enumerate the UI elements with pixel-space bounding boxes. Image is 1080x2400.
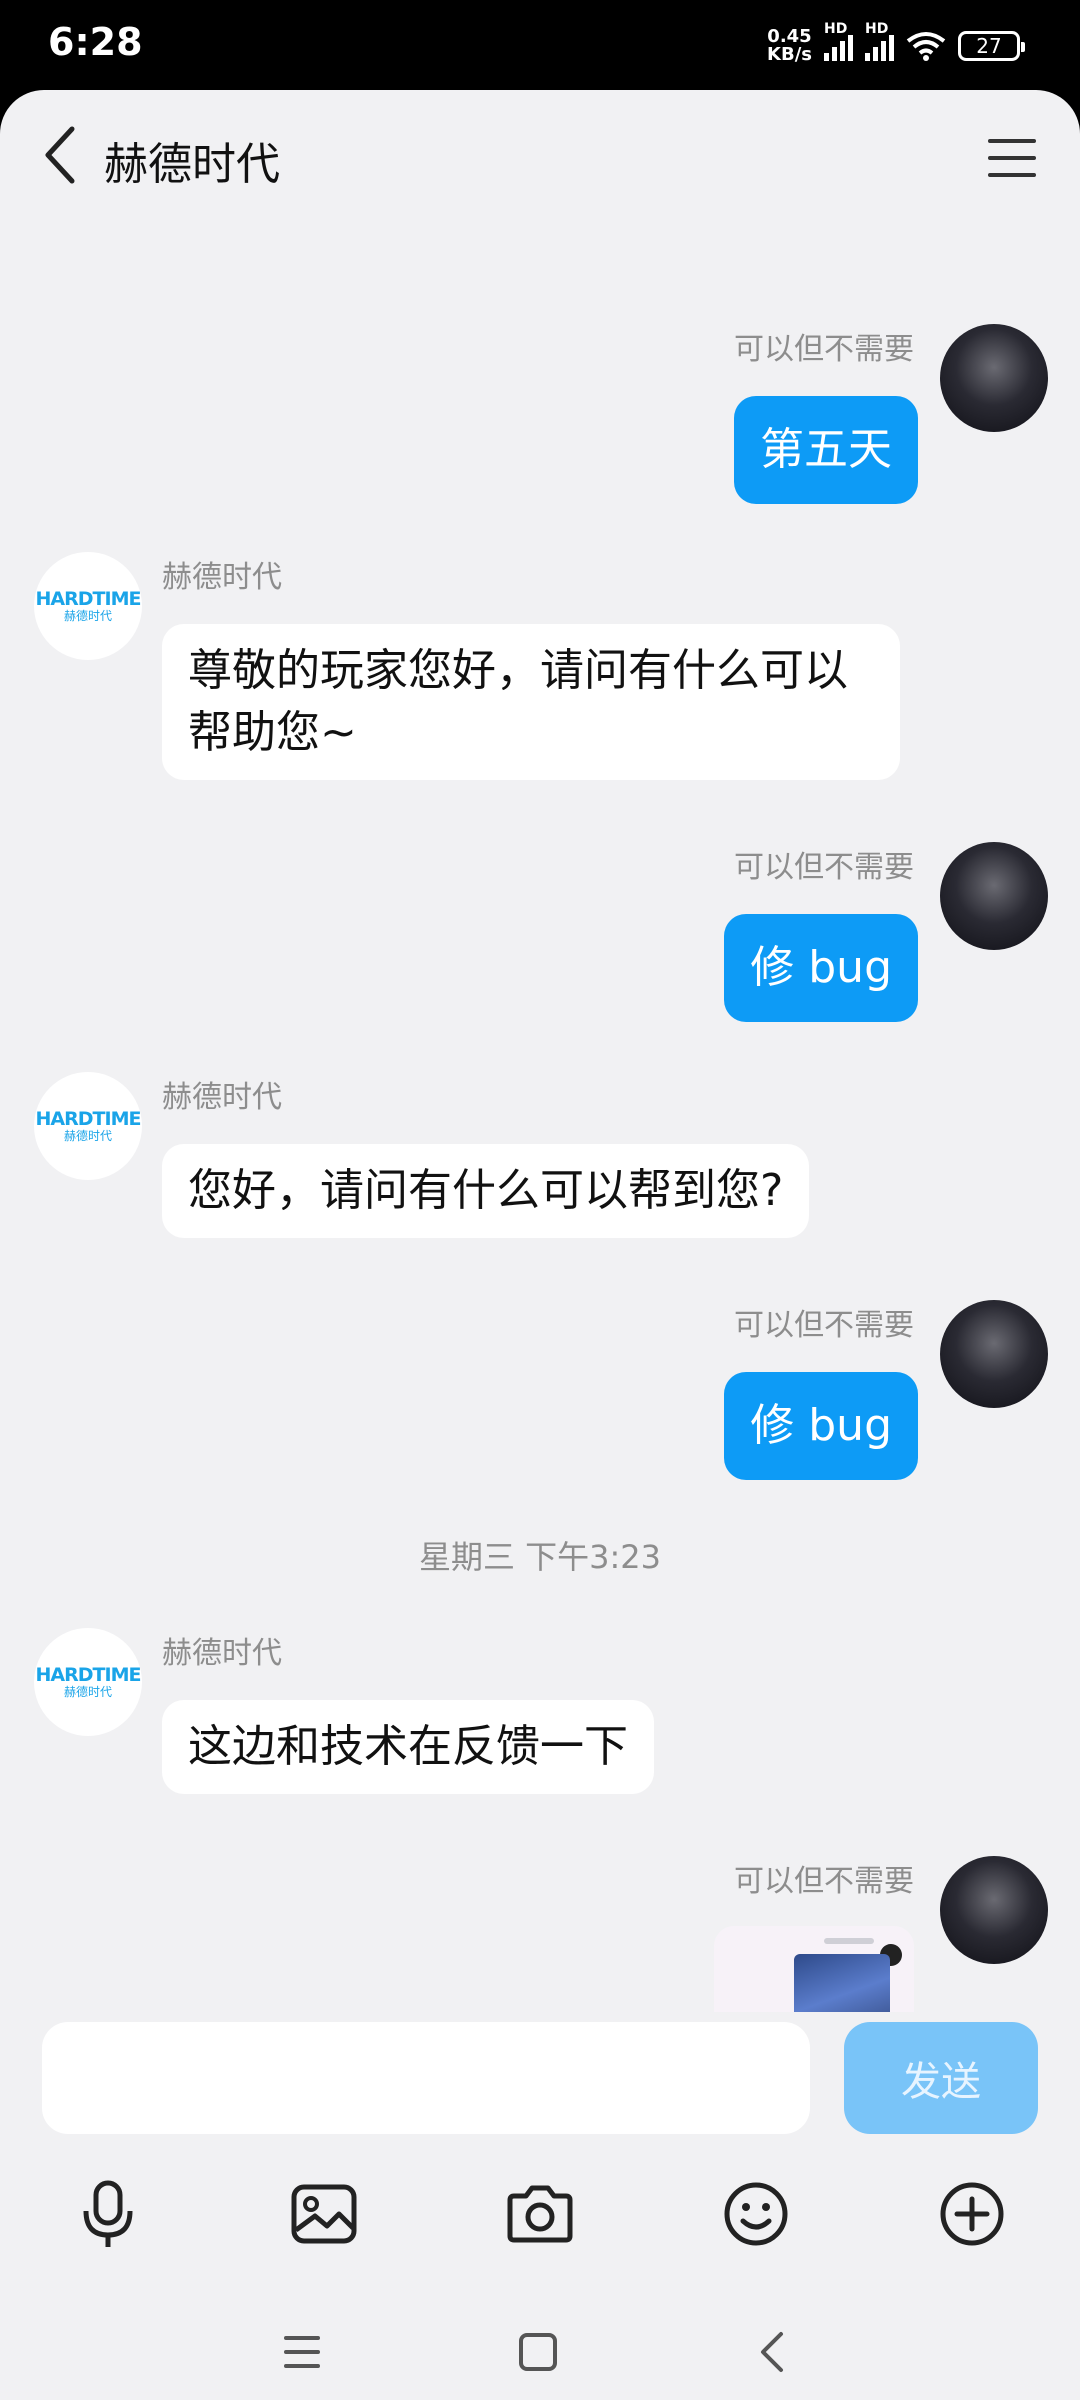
status-time: 6:28 <box>48 20 143 64</box>
user-avatar[interactable] <box>940 324 1048 432</box>
system-nav-bar <box>0 2262 1080 2400</box>
chat-title: 赫德时代 <box>104 139 280 190</box>
message-bubble-sent[interactable]: 修 bug <box>724 1372 918 1480</box>
time-separator: 星期三 下午3:23 <box>418 1538 662 1576</box>
signal-1-icon: HD <box>824 21 853 61</box>
status-bar: 6:28 0.45 KB/s HD HD 27 <box>0 0 1080 90</box>
send-button[interactable]: 发送 <box>844 2022 1038 2134</box>
image-icon <box>291 2184 357 2244</box>
sender-name: 可以但不需要 <box>734 850 914 885</box>
plus-icon <box>940 2182 1004 2246</box>
recents-icon <box>284 2336 320 2368</box>
brand-logo-text: HARDTIME <box>35 588 142 610</box>
menu-icon <box>988 139 1036 177</box>
message-bubble-received[interactable]: 您好，请问有什么可以帮到您? <box>162 1144 810 1238</box>
message-bubble-received[interactable]: 这边和技术在反馈一下 <box>162 1700 654 1794</box>
brand-logo-sub: 赫德时代 <box>63 1129 112 1143</box>
emoji-button[interactable] <box>718 2176 794 2252</box>
brand-avatar[interactable]: HARDTIME 赫德时代 <box>34 1072 142 1180</box>
message-bubble-sent[interactable]: 第五天 <box>734 396 918 504</box>
status-icons: 0.45 KB/s HD HD 27 <box>767 21 1025 70</box>
sender-name: 可以但不需要 <box>734 1864 914 1899</box>
sender-name: 赫德时代 <box>162 1636 282 1671</box>
camera-icon <box>507 2185 573 2243</box>
gallery-button[interactable] <box>286 2176 362 2252</box>
message-input[interactable] <box>42 2022 810 2134</box>
back-button[interactable] <box>30 120 90 190</box>
nav-back-button[interactable] <box>732 2312 812 2392</box>
voice-button[interactable] <box>70 2176 146 2252</box>
brand-logo-sub: 赫德时代 <box>63 609 112 623</box>
image-message-thumbnail[interactable] <box>714 1926 914 2012</box>
back-arrow-icon <box>45 126 75 184</box>
signal-2-icon: HD <box>865 21 894 61</box>
back-icon <box>761 2332 783 2372</box>
message-bubble-sent[interactable]: 修 bug <box>724 914 918 1022</box>
input-bar: 发送 <box>0 2012 1080 2252</box>
brand-logo-text: HARDTIME <box>35 1664 142 1686</box>
menu-button[interactable] <box>984 130 1040 186</box>
sender-name: 赫德时代 <box>162 560 282 595</box>
message-bubble-received[interactable]: 尊敬的玩家您好，请问有什么可以帮助您~ <box>162 624 900 780</box>
sender-name: 可以但不需要 <box>734 332 914 367</box>
brand-avatar[interactable]: HARDTIME 赫德时代 <box>34 1628 142 1736</box>
user-avatar[interactable] <box>940 842 1048 950</box>
recents-button[interactable] <box>262 2312 342 2392</box>
battery-icon: 27 <box>958 31 1025 61</box>
wifi-icon <box>906 32 946 61</box>
sender-name: 赫德时代 <box>162 1080 282 1115</box>
user-avatar[interactable] <box>940 1856 1048 1964</box>
home-button[interactable] <box>498 2312 578 2392</box>
emoji-icon <box>724 2182 788 2246</box>
camera-button[interactable] <box>502 2176 578 2252</box>
message-list[interactable]: 可以但不需要 第五天 HARDTIME 赫德时代 赫德时代 尊敬的玩家您好，请问… <box>0 220 1080 2012</box>
more-button[interactable] <box>934 2176 1010 2252</box>
home-icon <box>519 2333 557 2371</box>
sender-name: 可以但不需要 <box>734 1308 914 1343</box>
brand-logo-text: HARDTIME <box>35 1108 142 1130</box>
chat-app: 赫德时代 可以但不需要 第五天 HARDTIME 赫德时代 赫德时代 尊敬的玩家… <box>0 90 1080 2400</box>
network-speed: 0.45 KB/s <box>767 26 812 65</box>
chat-header: 赫德时代 <box>0 90 1080 220</box>
brand-avatar[interactable]: HARDTIME 赫德时代 <box>34 552 142 660</box>
brand-logo-sub: 赫德时代 <box>63 1685 112 1699</box>
user-avatar[interactable] <box>940 1300 1048 1408</box>
microphone-icon <box>83 2180 133 2247</box>
